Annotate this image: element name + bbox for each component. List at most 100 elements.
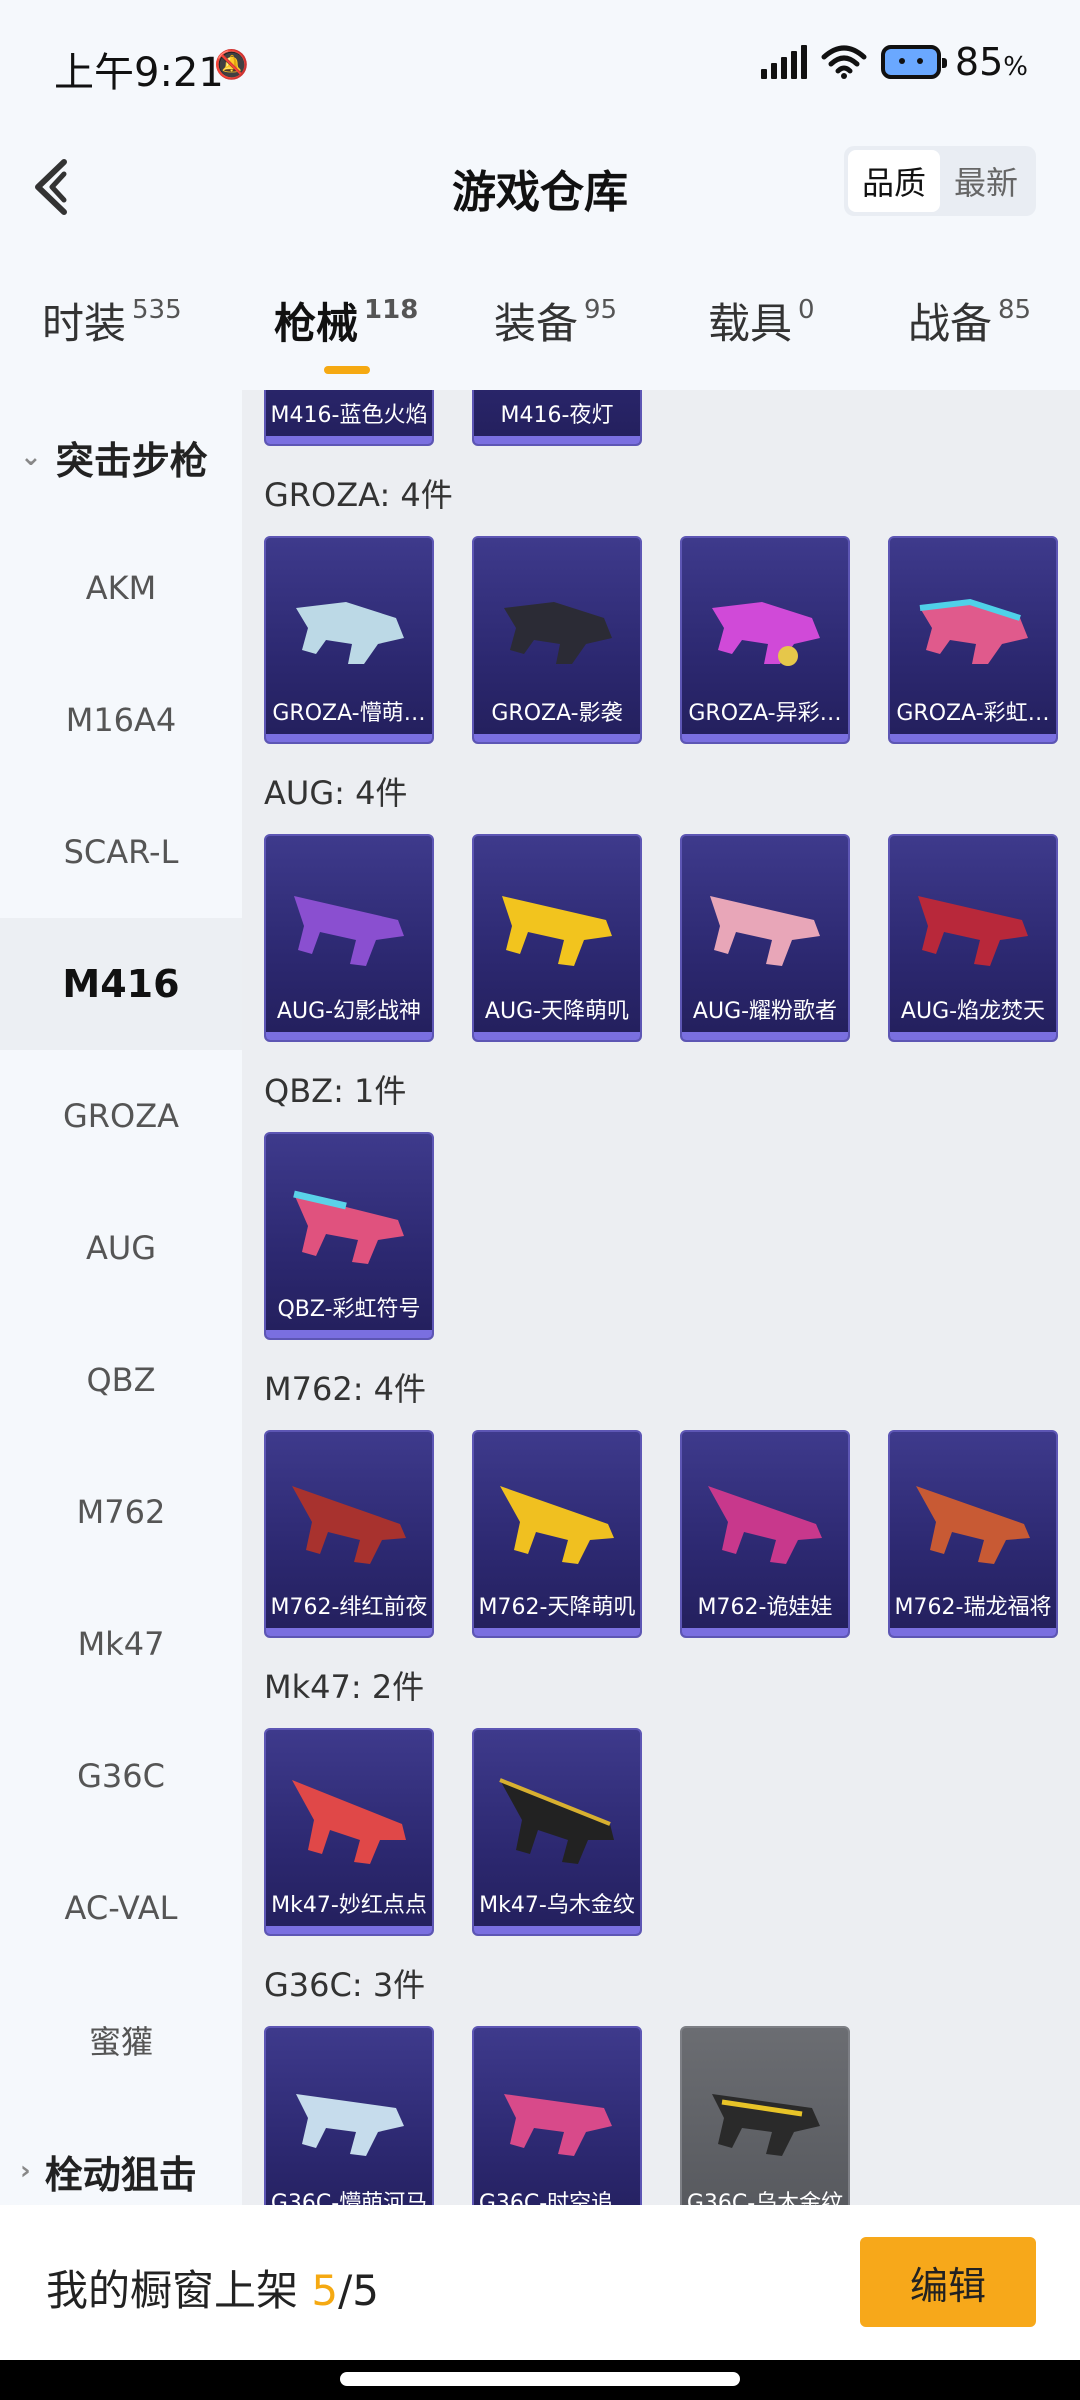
sidebar-item-groza[interactable]: GROZA — [0, 1050, 242, 1182]
skin-card[interactable]: GROZA-懵萌… — [264, 536, 434, 744]
skin-name: G36C-时空追… — [478, 2191, 636, 2205]
skin-name: AUG-幻影战神 — [276, 999, 422, 1024]
skin-card[interactable]: M762-瑞龙福将 — [888, 1430, 1058, 1638]
skin-card[interactable]: Mk47-乌木金纹 — [472, 1728, 642, 1936]
battery-icon — [880, 45, 947, 79]
skin-name: M762-瑞龙福将 — [894, 1595, 1052, 1620]
skin-card[interactable]: AUG-焰龙焚天 — [888, 834, 1058, 1042]
skin-name: G36C-懵萌河马 — [270, 2191, 428, 2205]
skin-name: M762-诡娃娃 — [697, 1595, 833, 1620]
sidebar-item-honey-badger[interactable]: 蜜獾 — [0, 1974, 242, 2106]
gun-skin-image — [293, 1190, 404, 1264]
sidebar-item-m16a4[interactable]: M16A4 — [0, 654, 242, 786]
gun-skin-image — [296, 602, 404, 664]
sidebar-item-qbz[interactable]: QBZ — [0, 1314, 242, 1446]
skin-card[interactable]: Mk47-妙红点点 — [264, 1728, 434, 1936]
skin-name: G36C-乌木金纹 — [686, 2191, 844, 2205]
sidebar-item-g36c[interactable]: G36C — [0, 1710, 242, 1842]
showcase-footer: 我的橱窗上架 5/5 编辑 — [0, 2205, 1080, 2360]
skin-card[interactable]: M762-诡娃娃 — [680, 1430, 850, 1638]
skin-card[interactable]: GROZA-影袭 — [472, 536, 642, 744]
skin-name: GROZA-异彩… — [688, 701, 842, 726]
section-title-g36c: G36C: 3件 — [264, 1966, 426, 2004]
skin-card[interactable]: GROZA-彩虹… — [888, 536, 1058, 744]
skin-card[interactable]: M762-天降萌叽 — [472, 1430, 642, 1638]
sidebar-item-ac-val[interactable]: AC-VAL — [0, 1842, 242, 1974]
tab-vehicles[interactable]: 载具 0 — [708, 290, 815, 351]
sidebar-item-aug[interactable]: AUG — [0, 1182, 242, 1314]
active-tab-indicator — [324, 366, 370, 374]
gun-skin-image — [710, 896, 820, 966]
home-indicator[interactable] — [340, 2372, 740, 2386]
sidebar-item-m416[interactable]: M416 — [0, 918, 242, 1050]
section-title-qbz: QBZ: 1件 — [264, 1072, 407, 1110]
skin-card[interactable]: GROZA-异彩… — [680, 536, 850, 744]
gun-skin-image — [292, 1780, 406, 1864]
wifi-icon — [821, 45, 867, 79]
skin-card[interactable]: QBZ-彩虹符号 — [264, 1132, 434, 1340]
skin-name: AUG-焰龙焚天 — [900, 999, 1046, 1024]
skin-card[interactable]: AUG-幻影战神 — [264, 834, 434, 1042]
gun-skin-image — [292, 1486, 406, 1564]
gun-skin-image — [712, 2094, 820, 2156]
gun-skin-image — [499, 1778, 614, 1864]
gun-skin-image — [504, 602, 612, 664]
skin-name: M416-夜灯 — [500, 403, 614, 428]
sidebar-item-m762[interactable]: M762 — [0, 1446, 242, 1578]
mute-bell-icon: 🔕 — [214, 48, 249, 81]
skin-name: AUG-天降萌叽 — [484, 999, 630, 1024]
weapon-type-sidebar: ⌄ 突击步枪 AKM M16A4 SCAR-L M416 GROZA AUG Q… — [0, 390, 242, 2205]
edit-button[interactable]: 编辑 — [860, 2237, 1036, 2327]
skin-card[interactable]: AUG-天降萌叽 — [472, 834, 642, 1042]
skin-card[interactable]: G36C-时空追… — [472, 2026, 642, 2205]
status-bar: 上午9:21 🔕 85% — [0, 0, 1080, 130]
section-title-m762: M762: 4件 — [264, 1370, 427, 1408]
category-tabs: 时装 535 枪械 118 装备 95 载具 0 战备 85 — [0, 280, 1080, 380]
sidebar-group-assault-rifles[interactable]: ⌄ 突击步枪 — [0, 412, 242, 502]
skin-name: M762-天降萌叽 — [478, 1595, 636, 1620]
skin-card[interactable]: G36C-懵萌河马 — [264, 2026, 434, 2205]
battery-level: 85% — [954, 40, 1028, 84]
skin-card[interactable]: M416-蓝色火焰 — [264, 390, 434, 446]
status-time: 上午9:21 — [54, 50, 224, 96]
sidebar-item-scar-l[interactable]: SCAR-L — [0, 786, 242, 918]
weapon-grid: M416-蓝色火焰 M416-夜灯 GROZA: 4件 GROZA-懵萌… GR… — [242, 390, 1080, 2205]
skin-name: GROZA-影袭 — [491, 701, 623, 726]
skin-card[interactable]: M416-夜灯 — [472, 390, 642, 446]
system-nav-bar — [0, 2360, 1080, 2400]
app-header: 游戏仓库 品质 最新 — [0, 130, 1080, 240]
skin-name: Mk47-妙红点点 — [271, 1893, 427, 1918]
showcase-status: 我的橱窗上架 5/5 — [46, 2266, 379, 2315]
gun-skin-image — [918, 896, 1028, 966]
status-right: 85% — [760, 40, 1028, 84]
sidebar-item-mk47[interactable]: Mk47 — [0, 1578, 242, 1710]
tab-supplies[interactable]: 战备 85 — [908, 290, 1031, 351]
tab-guns[interactable]: 枪械 118 — [274, 290, 418, 374]
gun-skin-image — [500, 1486, 614, 1564]
sidebar-item-akm[interactable]: AKM — [0, 522, 242, 654]
showcase-current-count: 5 — [311, 2266, 339, 2315]
sort-toggle[interactable]: 品质 最新 — [844, 146, 1036, 216]
warehouse-page: 上午9:21 🔕 85% 游戏仓库 品质 最新 时装 535 枪械 118 装备… — [0, 0, 1080, 2400]
skin-name: M762-绯红前夜 — [270, 1595, 428, 1620]
skin-name: AUG-耀粉歌者 — [692, 999, 838, 1024]
sidebar-group-bolt-action[interactable]: › 栓动狙击 — [0, 2126, 242, 2205]
gun-skin-image — [916, 1486, 1030, 1564]
tab-equipment[interactable]: 装备 95 — [494, 290, 617, 351]
section-title-groza: GROZA: 4件 — [264, 476, 453, 514]
skin-name: M416-蓝色火焰 — [270, 403, 428, 428]
signal-icon — [760, 45, 807, 79]
sort-newest-button[interactable]: 最新 — [940, 150, 1032, 212]
sort-quality-button[interactable]: 品质 — [848, 150, 940, 212]
tab-fashion[interactable]: 时装 535 — [42, 290, 182, 351]
skin-name: Mk47-乌木金纹 — [479, 1893, 635, 1918]
gun-skin-image — [708, 1486, 822, 1564]
gun-skin-image — [712, 602, 820, 666]
section-title-aug: AUG: 4件 — [264, 774, 408, 812]
gun-skin-image — [504, 2094, 612, 2156]
skin-card[interactable]: G36C-乌木金纹 — [680, 2026, 850, 2205]
skin-card[interactable]: M762-绯红前夜 — [264, 1430, 434, 1638]
gun-skin-image — [294, 896, 404, 966]
skin-card[interactable]: AUG-耀粉歌者 — [680, 834, 850, 1042]
chevron-right-icon: › — [20, 2156, 31, 2186]
